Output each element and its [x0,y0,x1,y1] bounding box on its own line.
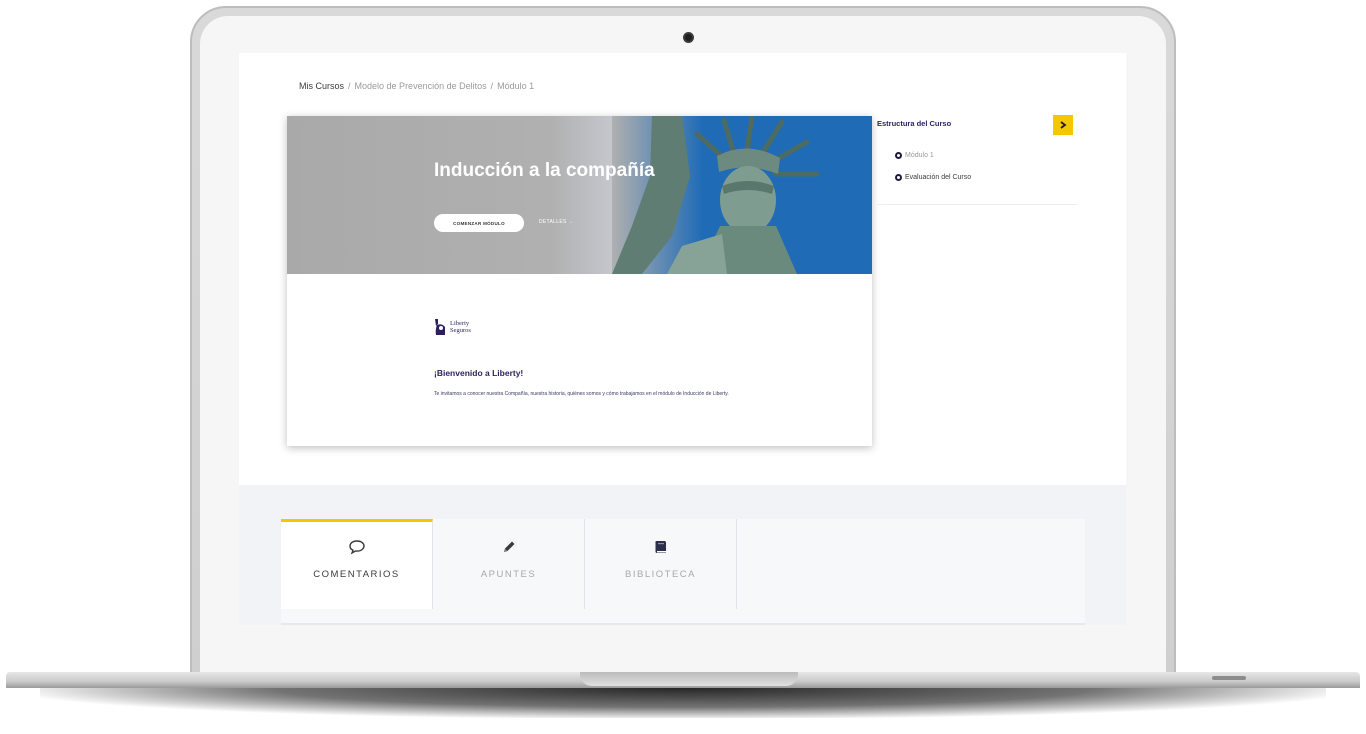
breadcrumb-current: Módulo 1 [497,81,535,91]
module-tabs-section: COMENTARIOS APUNTES BIBLIOTECA [239,485,1126,625]
screen: Mis Cursos / Modelo de Prevención de Delit… [239,53,1126,625]
liberty-logo-text: Liberty Seguros [450,320,471,334]
tab-label: APUNTES [480,569,537,580]
book-icon [655,541,666,553]
comment-icon [348,540,365,555]
module-card: Inducción a la compañía COMENZAR MÓDULO … [287,116,872,446]
tab-label: BIBLIOTECA [625,569,696,580]
structure-item-label: Módulo 1 [905,152,934,159]
plus-circle-icon [895,152,902,159]
tab-label: COMENTARIOS [313,569,400,580]
breadcrumb-separator: / [348,81,351,91]
tab-comentarios[interactable]: COMENTARIOS [281,519,433,609]
breadcrumb-course[interactable]: Modelo de Prevención de Delitos [355,81,487,91]
chevron-right-icon [1060,121,1067,129]
details-link[interactable]: DETALLES → [539,219,574,225]
logo-line-1: Liberty [450,320,470,327]
module-tabs: COMENTARIOS APUNTES BIBLIOTECA [281,519,1085,625]
hero-title: Inducción a la compañía [434,160,655,181]
breadcrumb-separator: / [490,81,494,91]
liberty-logo-icon [435,319,445,335]
start-module-button[interactable]: COMENZAR MÓDULO [434,214,524,232]
breadcrumb-home[interactable]: Mis Cursos [299,81,344,91]
logo-line-2: Seguros [450,327,471,334]
welcome-title: ¡Bienvenido a Liberty! [434,368,524,378]
course-structure-panel: Estructura del Curso Módulo 1 Evaluación… [877,115,1077,205]
liberty-logo: Liberty Seguros [433,318,471,336]
tab-biblioteca[interactable]: BIBLIOTECA [585,519,737,609]
course-structure-toggle-button[interactable] [1053,115,1073,135]
module-hero: Inducción a la compañía COMENZAR MÓDULO … [287,116,872,274]
laptop-led [1212,676,1246,680]
camera-icon [683,32,694,43]
statue-of-liberty-image [612,116,872,274]
structure-item-evaluation[interactable]: Evaluación del Curso [895,174,971,181]
plus-circle-icon [895,174,902,181]
course-structure-title: Estructura del Curso [877,119,952,128]
pencil-icon [503,541,514,552]
breadcrumb: Mis Cursos / Modelo de Prevención de Delit… [299,81,534,91]
structure-item-label: Evaluación del Curso [905,174,972,181]
laptop-shadow [40,688,1326,718]
tab-apuntes[interactable]: APUNTES [433,519,585,609]
laptop-notch [580,672,798,686]
structure-item-module-1[interactable]: Módulo 1 [895,152,934,159]
welcome-text: Te invitamos a conocer nuestra Compañía,… [434,391,729,397]
